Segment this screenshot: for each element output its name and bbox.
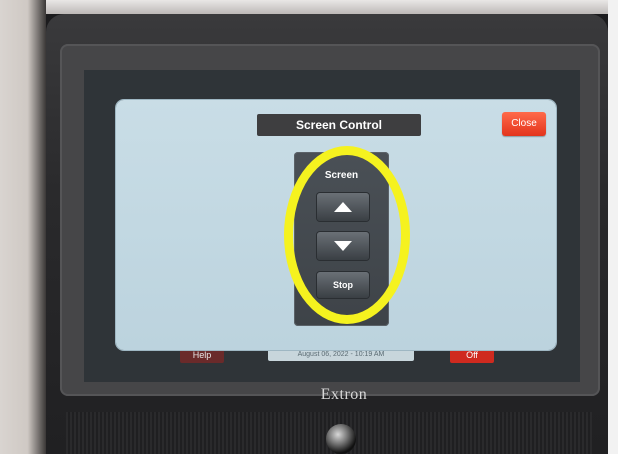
- date-time-display: August 06, 2022 - 10:19 AM: [268, 349, 414, 361]
- close-button[interactable]: Close: [502, 112, 546, 136]
- wall-left: [0, 0, 46, 454]
- brand-logo: Extron: [320, 386, 368, 403]
- dialog-title: Screen Control: [257, 114, 421, 136]
- yellow-highlight-circle: [284, 146, 410, 324]
- wall-right: [608, 0, 618, 454]
- wall-top: [0, 0, 618, 14]
- light-sensor-knob: [326, 424, 356, 454]
